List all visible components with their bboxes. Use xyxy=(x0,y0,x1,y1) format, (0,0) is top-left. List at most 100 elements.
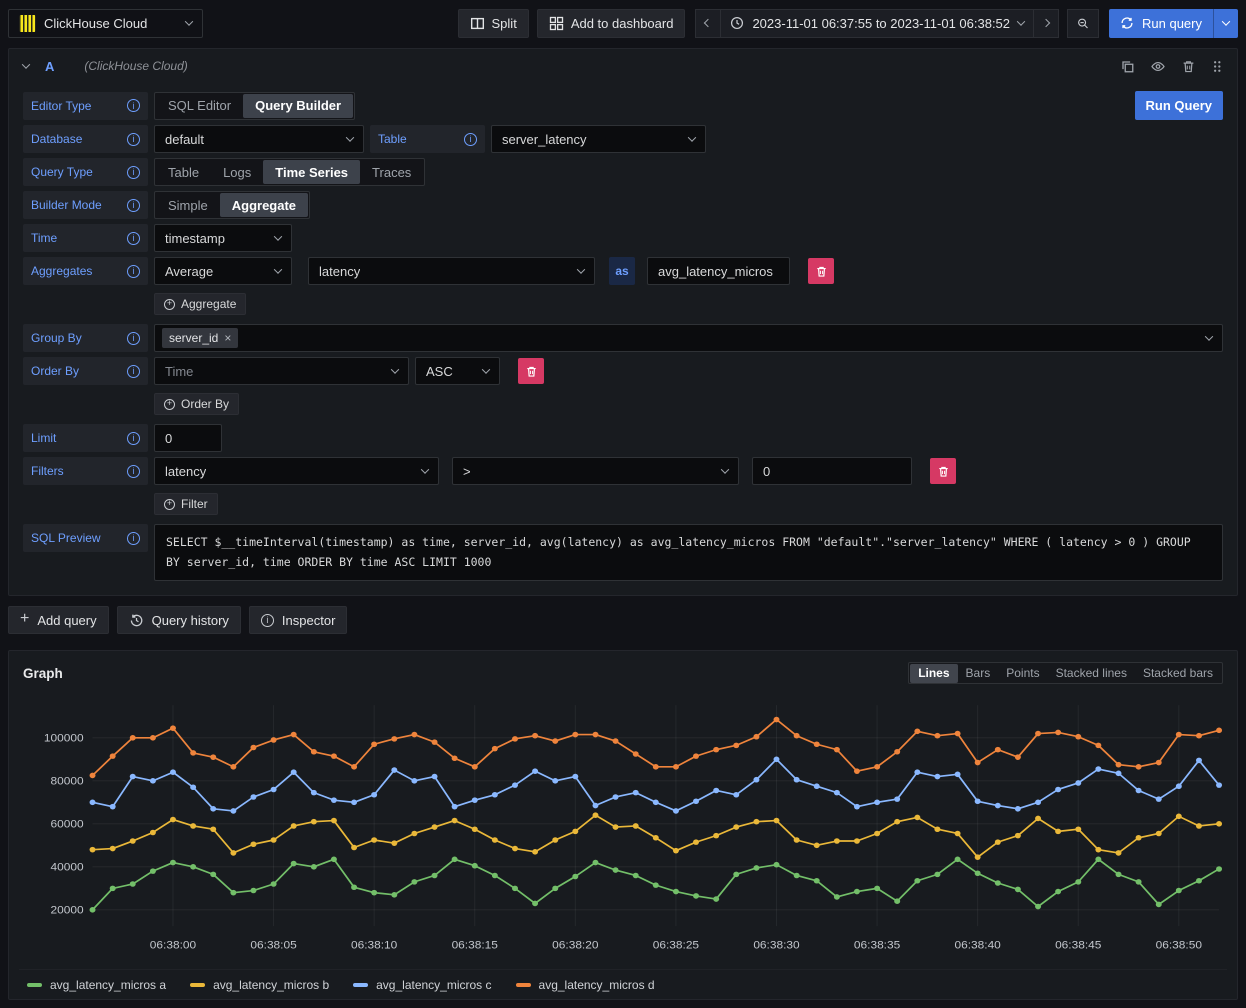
data-point[interactable] xyxy=(934,774,940,780)
data-point[interactable] xyxy=(271,837,277,843)
data-point[interactable] xyxy=(271,881,277,887)
duplicate-query-icon[interactable] xyxy=(1120,59,1135,74)
data-point[interactable] xyxy=(150,735,156,741)
data-point[interactable] xyxy=(934,733,940,739)
data-point[interactable] xyxy=(291,823,297,829)
data-point[interactable] xyxy=(1176,888,1182,894)
data-point[interactable] xyxy=(572,874,578,880)
data-point[interactable] xyxy=(1095,766,1101,772)
data-point[interactable] xyxy=(774,862,780,868)
info-icon[interactable] xyxy=(127,133,140,146)
data-point[interactable] xyxy=(90,907,96,913)
data-point[interactable] xyxy=(210,806,216,812)
data-point[interactable] xyxy=(90,773,96,779)
data-point[interactable] xyxy=(190,823,196,829)
query-history-button[interactable]: Query history xyxy=(117,606,241,634)
data-point[interactable] xyxy=(311,790,317,796)
datasource-picker[interactable]: ClickHouse Cloud xyxy=(8,9,203,38)
graph-mode-points[interactable]: Points xyxy=(998,664,1047,683)
query-type-option-logs[interactable]: Logs xyxy=(211,160,263,184)
data-point[interactable] xyxy=(391,767,397,773)
data-point[interactable] xyxy=(1176,784,1182,790)
data-point[interactable] xyxy=(210,872,216,878)
data-point[interactable] xyxy=(432,774,438,780)
data-point[interactable] xyxy=(371,742,377,748)
data-point[interactable] xyxy=(1176,814,1182,820)
data-point[interactable] xyxy=(794,733,800,739)
data-point[interactable] xyxy=(1015,806,1021,812)
data-point[interactable] xyxy=(1136,788,1142,794)
aggregate-column-select[interactable]: latency xyxy=(308,257,595,285)
aggregate-alias-input[interactable] xyxy=(647,257,790,285)
data-point[interactable] xyxy=(371,890,377,896)
data-point[interactable] xyxy=(1015,887,1021,893)
data-point[interactable] xyxy=(874,800,880,806)
data-point[interactable] xyxy=(914,815,920,821)
remove-filter-button[interactable] xyxy=(930,458,956,484)
data-point[interactable] xyxy=(271,737,277,743)
data-point[interactable] xyxy=(653,764,659,770)
data-point[interactable] xyxy=(150,778,156,784)
query-type-option-traces[interactable]: Traces xyxy=(360,160,423,184)
data-point[interactable] xyxy=(593,860,599,866)
data-point[interactable] xyxy=(170,817,176,823)
data-point[interactable] xyxy=(291,732,297,738)
data-point[interactable] xyxy=(452,804,458,810)
data-point[interactable] xyxy=(713,896,719,902)
data-point[interactable] xyxy=(552,738,558,744)
data-point[interactable] xyxy=(190,750,196,756)
data-point[interactable] xyxy=(874,886,880,892)
data-point[interactable] xyxy=(291,770,297,776)
data-point[interactable] xyxy=(593,732,599,738)
data-point[interactable] xyxy=(794,837,800,843)
data-point[interactable] xyxy=(753,865,759,871)
info-icon[interactable] xyxy=(127,465,140,478)
order-by-direction-select[interactable]: ASC xyxy=(415,357,500,385)
info-icon[interactable] xyxy=(464,133,477,146)
data-point[interactable] xyxy=(432,873,438,879)
data-point[interactable] xyxy=(110,753,116,759)
info-icon[interactable] xyxy=(127,232,140,245)
info-icon[interactable] xyxy=(127,166,140,179)
data-point[interactable] xyxy=(391,840,397,846)
data-point[interactable] xyxy=(774,757,780,763)
data-point[interactable] xyxy=(572,829,578,835)
time-range-button[interactable]: 2023-11-01 06:37:55 to 2023-11-01 06:38:… xyxy=(721,9,1033,38)
info-icon[interactable] xyxy=(127,432,140,445)
data-point[interactable] xyxy=(1116,872,1122,878)
data-point[interactable] xyxy=(673,889,679,895)
data-point[interactable] xyxy=(975,760,981,766)
data-point[interactable] xyxy=(1015,754,1021,760)
data-point[interactable] xyxy=(854,889,860,895)
data-point[interactable] xyxy=(673,848,679,854)
remove-chip-icon[interactable]: × xyxy=(224,332,231,344)
query-ref-id[interactable]: A xyxy=(45,59,54,74)
data-point[interactable] xyxy=(1196,823,1202,829)
data-point[interactable] xyxy=(633,823,639,829)
data-point[interactable] xyxy=(110,886,116,892)
data-point[interactable] xyxy=(934,872,940,878)
data-point[interactable] xyxy=(331,753,337,759)
add-aggregate-button[interactable]: Aggregate xyxy=(154,293,246,315)
hide-query-eye-icon[interactable] xyxy=(1150,59,1166,74)
data-point[interactable] xyxy=(472,764,478,770)
builder-mode-option-simple[interactable]: Simple xyxy=(156,193,220,217)
data-point[interactable] xyxy=(452,756,458,762)
data-point[interactable] xyxy=(130,881,136,887)
collapse-query-icon[interactable] xyxy=(22,60,30,68)
data-point[interactable] xyxy=(411,879,417,885)
add-filter-button[interactable]: Filter xyxy=(154,493,218,515)
data-point[interactable] xyxy=(1035,731,1041,737)
data-point[interactable] xyxy=(894,749,900,755)
data-point[interactable] xyxy=(210,827,216,833)
graph-mode-stacked-bars[interactable]: Stacked bars xyxy=(1135,664,1221,683)
data-point[interactable] xyxy=(1136,835,1142,841)
data-point[interactable] xyxy=(653,882,659,888)
data-point[interactable] xyxy=(150,830,156,836)
data-point[interactable] xyxy=(532,733,538,739)
data-point[interactable] xyxy=(733,743,739,749)
data-point[interactable] xyxy=(753,777,759,783)
data-point[interactable] xyxy=(834,747,840,753)
data-point[interactable] xyxy=(371,792,377,798)
run-query-dropdown-button[interactable] xyxy=(1213,9,1238,38)
